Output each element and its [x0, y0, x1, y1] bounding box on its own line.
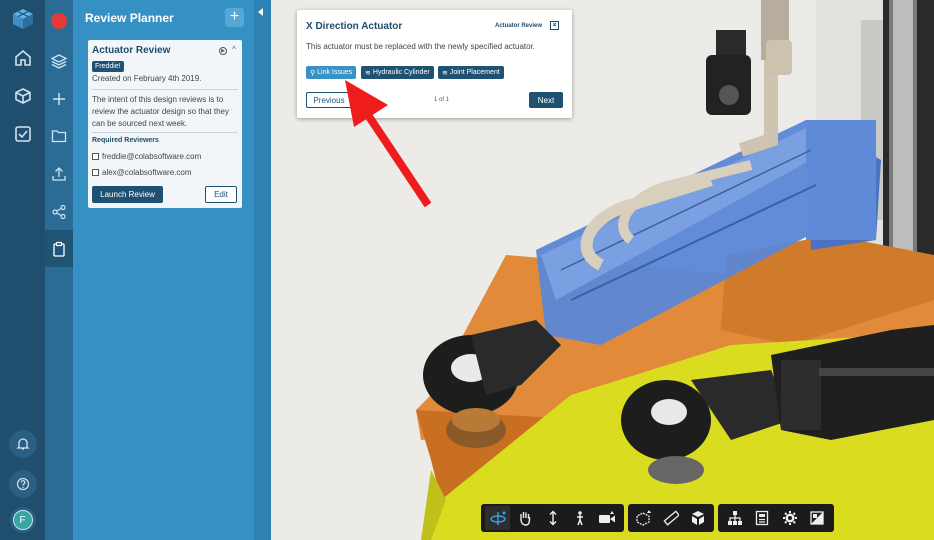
upload-button[interactable]: [45, 155, 73, 192]
walk-person-icon: [576, 511, 583, 526]
review-title: Actuator Review: [92, 45, 171, 56]
card-actions: ▶ ^: [219, 45, 236, 55]
layers-icon: ≋: [442, 69, 448, 77]
add-review-button[interactable]: +: [225, 8, 244, 27]
upload-icon: [52, 166, 66, 181]
measure-ruler-icon: [663, 510, 679, 526]
review-card[interactable]: Actuator Review ▶ ^ Freddie! Created on …: [88, 40, 242, 208]
share-button[interactable]: [45, 193, 73, 230]
bell-icon: [15, 438, 30, 450]
properties-icon: [756, 510, 769, 526]
settings-gear-icon: [782, 511, 797, 525]
layers-button[interactable]: [45, 42, 73, 79]
orbit-button[interactable]: [485, 506, 511, 530]
user-avatar-button[interactable]: F: [0, 502, 45, 538]
files-button[interactable]: [45, 117, 73, 154]
chevron-left-icon: [258, 8, 263, 16]
model-tree-button[interactable]: [722, 506, 748, 530]
chip-label: Joint Placement: [449, 69, 500, 76]
created-date: Created on February 4th 2019.: [92, 74, 202, 83]
zoom-icon: [549, 510, 557, 526]
notifications-button[interactable]: [0, 426, 45, 462]
checkbox-icon: [14, 126, 31, 142]
zoom-button[interactable]: [540, 506, 565, 530]
divider: [92, 132, 238, 133]
tools-toolbar: [628, 504, 714, 532]
help-button[interactable]: [0, 466, 45, 502]
collapse-panel-handle[interactable]: [254, 0, 271, 540]
models-button[interactable]: [0, 78, 45, 114]
tree-structure-icon: [727, 511, 742, 525]
render-mode-icon: [810, 511, 824, 525]
plus-icon: [53, 92, 65, 105]
annotation-title: X Direction Actuator: [306, 21, 403, 32]
link-icon: ⚲: [310, 69, 316, 77]
review-tag: Actuator Review: [495, 23, 543, 29]
home-icon: [14, 49, 31, 66]
required-reviewers-label: Required Reviewers: [92, 137, 159, 144]
tasks-button[interactable]: [0, 116, 45, 152]
record-indicator-icon: [51, 13, 67, 29]
close-button[interactable]: ×: [550, 21, 559, 30]
explode-cube-icon: [691, 511, 704, 525]
navigation-toolbar: [481, 504, 624, 532]
render-mode-button[interactable]: [805, 506, 831, 530]
review-planner-button[interactable]: [45, 230, 73, 267]
app-rail: F: [0, 0, 45, 540]
tool-rail: [45, 0, 73, 540]
camera-button[interactable]: [595, 506, 620, 530]
red-arrow-annotation: [345, 80, 432, 208]
reviewer-email: alex@colabsoftware.com: [102, 168, 192, 177]
pan-hand-icon: [520, 512, 531, 526]
chevron-up-icon[interactable]: ^: [232, 45, 236, 54]
next-button[interactable]: Next: [529, 92, 563, 108]
camera-icon: [599, 511, 616, 523]
measure-button[interactable]: [659, 506, 684, 530]
avatar-initial: F: [19, 514, 26, 526]
settings-button[interactable]: [777, 506, 803, 530]
reviewer-checkbox[interactable]: [92, 153, 99, 160]
share-icon: [52, 204, 66, 219]
edit-review-button[interactable]: Edit: [205, 186, 237, 203]
explode-button[interactable]: [685, 506, 710, 530]
orbit-icon: [490, 511, 506, 525]
record-button[interactable]: [45, 4, 73, 38]
help-icon: [16, 477, 29, 491]
logo-cube-icon: [12, 9, 33, 29]
divider: [92, 89, 238, 90]
section-box-button[interactable]: [632, 506, 657, 530]
joint-placement-chip[interactable]: ≋ Joint Placement: [438, 66, 504, 79]
reviewer-badge: Freddie!: [92, 61, 124, 72]
pan-button[interactable]: [512, 506, 537, 530]
properties-button[interactable]: [750, 506, 776, 530]
folder-icon: [51, 129, 67, 142]
play-circle-icon[interactable]: ▶: [219, 47, 227, 55]
clipboard-icon: [53, 241, 65, 257]
home-button[interactable]: [0, 40, 45, 76]
section-box-icon: [636, 510, 652, 526]
add-button[interactable]: [45, 80, 73, 117]
reviewer-item[interactable]: alex@colabsoftware.com: [92, 168, 192, 177]
launch-review-button[interactable]: Launch Review: [92, 186, 163, 203]
panel-title: Review Planner: [85, 11, 174, 25]
app-logo[interactable]: [0, 0, 45, 38]
avatar: F: [12, 510, 33, 530]
review-description: The intent of this design reviews is to …: [92, 95, 229, 128]
layers-icon: [51, 53, 67, 69]
reviewer-item[interactable]: freddie@colabsoftware.com: [92, 152, 201, 161]
view-toolbar: [718, 504, 834, 532]
annotation-description: This actuator must be replaced with the …: [306, 42, 536, 51]
reviewer-email: freddie@colabsoftware.com: [102, 152, 202, 161]
reviewer-checkbox[interactable]: [92, 169, 99, 176]
cube-icon: [14, 88, 31, 104]
walk-button[interactable]: [567, 506, 592, 530]
